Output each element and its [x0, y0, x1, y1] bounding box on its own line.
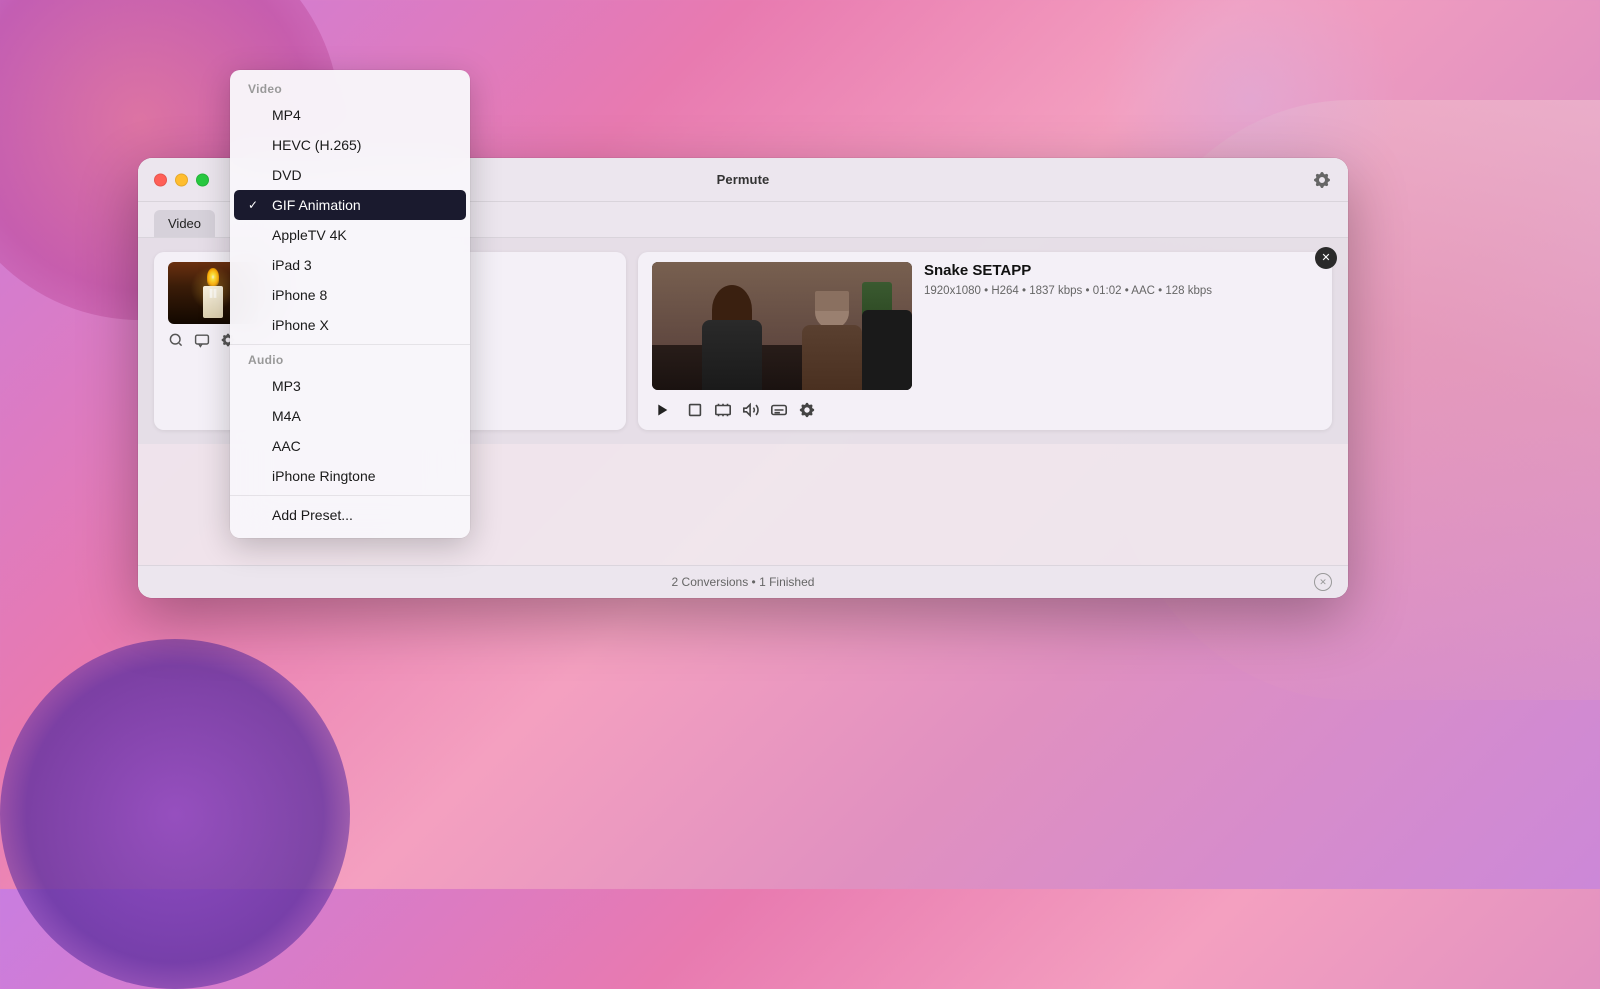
- traffic-lights: [154, 173, 209, 186]
- menu-item-ipad3-label: iPad 3: [272, 257, 312, 273]
- menu-item-iphone-ringtone[interactable]: iPhone Ringtone: [230, 461, 470, 491]
- person-2-body: [802, 325, 862, 390]
- snake-controls: [652, 396, 1318, 420]
- menu-item-aac-label: AAC: [272, 438, 301, 454]
- status-text: 2 Conversions • 1 Finished: [672, 575, 815, 589]
- menu-item-appletv-label: AppleTV 4K: [272, 227, 347, 243]
- menu-section-video-label: Video: [230, 78, 470, 100]
- dropdown-menu: Video MP4 HEVC (H.265) DVD ✓ GIF Animati…: [230, 70, 470, 538]
- menu-item-iphone8[interactable]: iPhone 8: [230, 280, 470, 310]
- menu-item-mp4[interactable]: MP4: [230, 100, 470, 130]
- settings-icon[interactable]: [1312, 170, 1332, 190]
- conversion-item-2: ✕: [638, 252, 1332, 430]
- bg-decoration-2: [0, 639, 350, 989]
- play-icon[interactable]: [652, 400, 672, 420]
- snake-scene: [652, 262, 912, 390]
- film-icon[interactable]: [714, 401, 732, 419]
- person-1: [692, 290, 772, 390]
- crop-icon[interactable]: [686, 401, 704, 419]
- status-bar: 2 Conversions • 1 Finished ✕: [138, 565, 1348, 598]
- menu-item-m4a[interactable]: M4A: [230, 401, 470, 431]
- menu-item-hevc-label: HEVC (H.265): [272, 137, 361, 153]
- menu-checkmark-gif: ✓: [248, 198, 264, 212]
- close-button-2[interactable]: ✕: [1315, 247, 1337, 269]
- tab-video[interactable]: Video: [154, 210, 215, 237]
- person-1-body: [702, 320, 762, 390]
- menu-item-dvd[interactable]: DVD: [230, 160, 470, 190]
- subtitle-icon[interactable]: [770, 401, 788, 419]
- status-close-icon: ✕: [1319, 578, 1327, 587]
- menu-item-iphone8-label: iPhone 8: [272, 287, 327, 303]
- menu-item-mp3-label: MP3: [272, 378, 301, 394]
- menu-item-iphonex[interactable]: iPhone X: [230, 310, 470, 340]
- pause-icon: ⏸: [207, 280, 218, 306]
- close-icon-2: ✕: [1321, 253, 1330, 264]
- menu-divider-1: [230, 344, 470, 345]
- menu-item-gif-label: GIF Animation: [272, 197, 361, 213]
- gear-icon-2[interactable]: [798, 401, 816, 419]
- menu-item-dvd-label: DVD: [272, 167, 302, 183]
- conversion-item-2-main: Snake SETAPP 1920x1080 • H264 • 1837 kbp…: [652, 262, 1318, 390]
- add-preset-label: Add Preset...: [272, 507, 353, 523]
- menu-item-aac[interactable]: AAC: [230, 431, 470, 461]
- snake-title: Snake SETAPP: [924, 262, 1318, 279]
- menu-item-iphonex-label: iPhone X: [272, 317, 329, 333]
- menu-section-audio-label: Audio: [230, 349, 470, 371]
- person-2: [792, 295, 872, 390]
- menu-item-gif[interactable]: ✓ GIF Animation: [234, 190, 466, 220]
- minimize-button[interactable]: [175, 173, 188, 186]
- window-title: Permute: [717, 172, 770, 187]
- snake-thumbnail: [652, 262, 912, 390]
- menu-divider-2: [230, 495, 470, 496]
- menu-item-m4a-label: M4A: [272, 408, 301, 424]
- menu-item-ipad3[interactable]: iPad 3: [230, 250, 470, 280]
- maximize-button[interactable]: [196, 173, 209, 186]
- search-icon[interactable]: [168, 332, 184, 348]
- status-close-button[interactable]: ✕: [1314, 573, 1332, 591]
- audio-icon[interactable]: [742, 401, 760, 419]
- person-2-hair: [815, 291, 849, 311]
- menu-item-hevc[interactable]: HEVC (H.265): [230, 130, 470, 160]
- snake-meta: 1920x1080 • H264 • 1837 kbps • 01:02 • A…: [924, 283, 1318, 300]
- conversion-item-2-info: Snake SETAPP 1920x1080 • H264 • 1837 kbp…: [924, 262, 1318, 300]
- comment-icon[interactable]: [194, 332, 210, 348]
- menu-item-ringtone-label: iPhone Ringtone: [272, 468, 376, 484]
- menu-item-add-preset[interactable]: Add Preset...: [230, 500, 470, 530]
- menu-item-mp4-label: MP4: [272, 107, 301, 123]
- menu-item-mp3[interactable]: MP3: [230, 371, 470, 401]
- close-button[interactable]: [154, 173, 167, 186]
- person-3: [862, 310, 912, 390]
- menu-item-appletv[interactable]: AppleTV 4K: [230, 220, 470, 250]
